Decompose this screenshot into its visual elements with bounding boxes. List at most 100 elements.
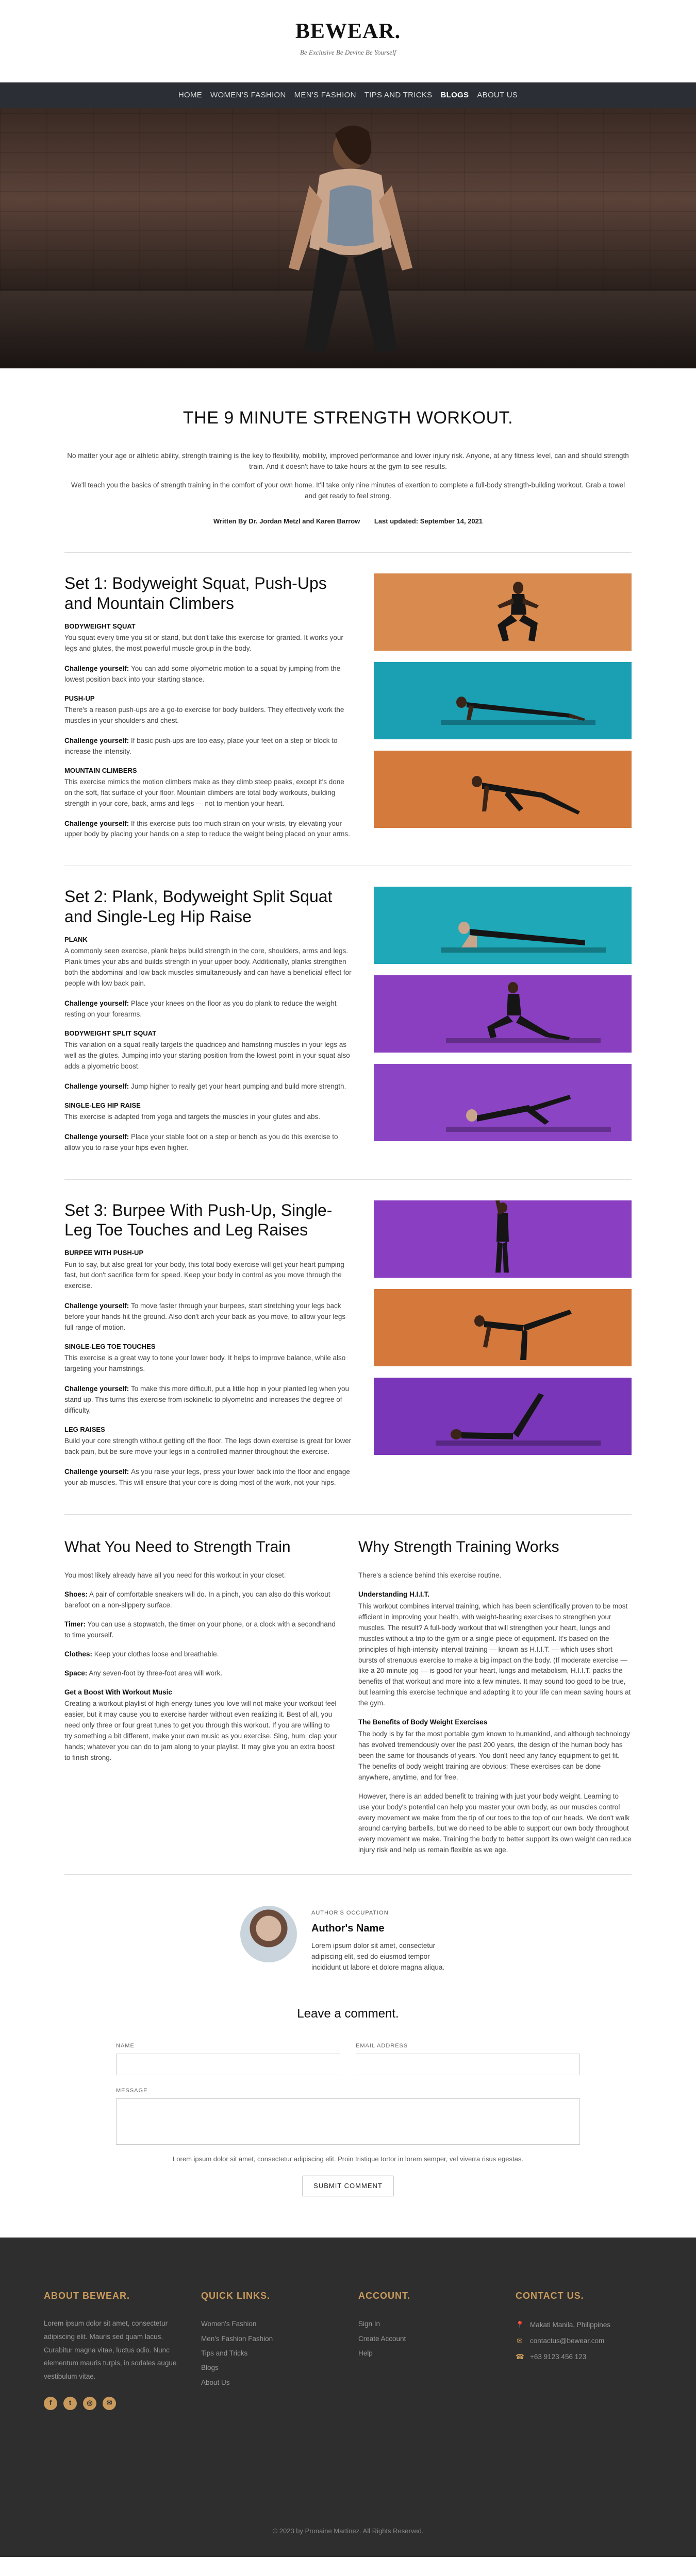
boost-title: Get a Boost With Workout Music [64,1688,172,1696]
workout-set-3: Set 3: Burpee With Push-Up, Single-Leg T… [64,1200,632,1488]
exercise-name: BURPEE WITH PUSH-UP [64,1249,144,1257]
byline-updated: Last updated: September 14, 2021 [374,517,483,526]
contact-item: ☎ +63 9123 456 123 [516,2349,652,2365]
message-field: MESSAGE [116,2087,580,2145]
challenge-label: Challenge yourself: [64,664,131,672]
twitter-icon[interactable]: t [63,2396,77,2410]
footer-link[interactable]: About Us [201,2376,338,2390]
footer-title: QUICK LINKS. [201,2291,271,2301]
exercise-photo-squat [374,573,632,651]
email-field: EMAIL ADDRESS [356,2042,580,2076]
challenge-label: Challenge yourself: [64,1132,131,1141]
nav-item-men-s-fashion[interactable]: MEN'S FASHION [290,89,360,101]
facebook-icon[interactable]: f [44,2396,57,2410]
set-title: Set 3: Burpee With Push-Up, Single-Leg T… [64,1200,333,1239]
exercise-photo-hipraise [374,1064,632,1142]
nav-item-women-s-fashion[interactable]: WOMEN'S FASHION [206,89,290,101]
author-name[interactable]: Author's Name [311,1921,456,1937]
set-text: Set 2: Plank, Bodyweight Split Squat and… [64,887,353,1153]
athlete-silhouette [289,125,412,353]
footer-link[interactable]: Women's Fashion [201,2317,338,2331]
contact-item: ✉ contactus@bewear.com [516,2333,652,2349]
exercise-challenge: Challenge yourself: Place your stable fo… [64,1132,353,1154]
need-item: Shoes: A pair of comfortable sneakers wi… [64,1589,338,1611]
message-textarea[interactable] [116,2098,580,2145]
contact-text: contactus@bewear.com [530,2337,605,2345]
contact-text: +63 9123 456 123 [530,2353,587,2361]
comment-title: Leave a comment. [297,2007,399,2021]
exercise-photo-split [374,975,632,1053]
nav-item-tips-and-tricks[interactable]: TIPS AND TRICKS [360,89,437,101]
need-item-text: Any seven-foot by three-foot area will w… [89,1669,223,1677]
exercise-challenge: Challenge yourself: As you raise your le… [64,1467,353,1488]
set-title: Set 2: Plank, Bodyweight Split Squat and… [64,887,333,926]
email-input[interactable] [356,2054,580,2076]
exercise-description: There's a reason push-ups are a go-to ex… [64,705,344,724]
site-logo[interactable]: BEWEAR. [0,20,696,43]
exercise-description: This exercise mimics the motion climbers… [64,777,344,807]
name-field: NAME [116,2042,340,2076]
need-item: Timer: You can use a stopwatch, the time… [64,1619,338,1641]
footer-title: ACCOUNT. [358,2291,410,2301]
footer-link[interactable]: Help [358,2346,495,2361]
mail-icon[interactable]: ✉ [103,2396,116,2410]
footer-title: CONTACT US. [516,2291,584,2301]
exercise-name: BODYWEIGHT SQUAT [64,622,136,630]
set-text: Set 1: Bodyweight Squat, Push-Ups and Mo… [64,573,353,840]
section-divider [64,1179,632,1180]
exercise-name: PUSH-UP [64,694,95,702]
phone-icon: ☎ [516,2353,524,2361]
name-input[interactable] [116,2054,340,2076]
footer-link[interactable]: Create Account [358,2332,495,2346]
need-intro: You most likely already have all you nee… [64,1571,286,1580]
exercise-challenge: Challenge yourself: To move faster throu… [64,1301,353,1333]
author-box: AUTHOR'S OCCUPATION Author's Name Lorem … [64,1906,632,1973]
nav-item-about-us[interactable]: ABOUT US [473,89,522,101]
info-columns: What You Need to Strength Train You most… [64,1535,632,1865]
set-text: Set 3: Burpee With Push-Up, Single-Leg T… [64,1200,353,1488]
set-images [374,1200,632,1488]
nav-item-blogs[interactable]: BLOGS [436,89,473,101]
need-item-text: Keep your clothes loose and breathable. [94,1650,219,1658]
footer-link[interactable]: Blogs [201,2361,338,2375]
exercise-name: SINGLE-LEG TOE TOUCHES [64,1343,156,1351]
avatar [240,1906,297,1963]
location-icon: 📍 [516,2321,524,2329]
exercise-description: A commonly seen exercise, plank helps bu… [64,947,352,988]
exercise-description: This variation on a squat really targets… [64,1040,350,1070]
byline: Written By Dr. Jordan Metzl and Karen Ba… [64,516,632,527]
challenge-text: Jump higher to really get your heart pum… [131,1082,346,1090]
workout-set-2: Set 2: Plank, Bodyweight Split Squat and… [64,887,632,1153]
exercise-challenge: Challenge yourself: If this exercise put… [64,819,353,840]
footer-link[interactable]: Sign In [358,2317,495,2331]
article-intro: No matter your age or athletic ability, … [64,450,632,502]
need-item-label: Timer: [64,1620,86,1628]
byline-authors: Written By Dr. Jordan Metzl and Karen Ba… [213,517,360,526]
workout-set-1: Set 1: Bodyweight Squat, Push-Ups and Mo… [64,573,632,840]
submit-comment-button[interactable]: SUBMIT COMMENT [303,2176,393,2197]
need-item-label: Shoes: [64,1590,88,1599]
intro-paragraph: No matter your age or athletic ability, … [67,451,629,471]
challenge-label: Challenge yourself: [64,736,131,744]
message-label: MESSAGE [116,2088,148,2094]
instagram-icon[interactable]: ◎ [83,2396,96,2410]
footer-link[interactable]: Men's Fashion Fashion [201,2332,338,2346]
email-label: EMAIL ADDRESS [356,2043,408,2049]
why-intro: There's a science behind this exercise r… [358,1571,502,1580]
article-title: THE 9 MINUTE STRENGTH WORKOUT. [183,408,513,428]
challenge-label: Challenge yourself: [64,1467,131,1476]
nav-item-home[interactable]: HOME [174,89,206,101]
challenge-label: Challenge yourself: [64,819,131,827]
footer-link[interactable]: Tips and Tricks [201,2346,338,2361]
need-item-text: You can use a stopwatch, the timer on yo… [64,1620,336,1639]
comment-form: Leave a comment. NAME EMAIL ADDRESS MESS… [116,2004,580,2238]
footer-title: ABOUT BEWEAR. [44,2291,130,2301]
exercise-photo-toetouch [374,1289,632,1366]
hero-image [0,108,696,368]
footer-about-text: Lorem ipsum dolor sit amet, consectetur … [44,2319,177,2380]
consent-text: Lorem ipsum dolor sit amet, consectetur … [173,2155,523,2163]
site-tagline: Be Exclusive Be Devine Be Yourself [300,48,396,57]
exercise-description: You squat every time you sit or stand, b… [64,634,343,653]
why-strength-training: Why Strength Training Works There's a sc… [358,1535,632,1865]
footer-contact: CONTACT US. 📍 Makati Manila, Philippines ✉… [516,2289,652,2410]
